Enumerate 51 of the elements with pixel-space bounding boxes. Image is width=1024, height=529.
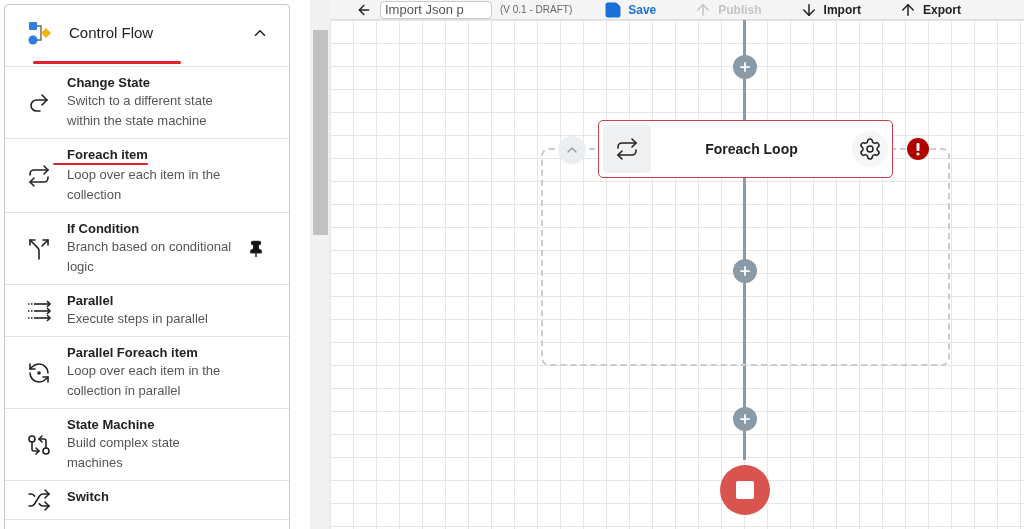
name-field[interactable]: Import Json p [380, 0, 492, 19]
step-item[interactable]: Parallel Foreach item Loop over each item in the collection in parallel [5, 337, 289, 409]
add-step-button[interactable] [733, 55, 757, 79]
scrollbar-thumb[interactable] [312, 30, 328, 235]
parallel-arrows-icon [27, 299, 53, 322]
step-description: Execute steps in parallel [67, 310, 209, 328]
switch-arrows-icon [27, 488, 51, 512]
step-title: If Condition [67, 220, 141, 237]
pin-icon[interactable] [247, 239, 265, 258]
toolbar-button[interactable]: Export [890, 0, 969, 19]
toolbar-button[interactable]: Import [791, 0, 869, 19]
flow-logo-icon [27, 20, 53, 46]
step-title: Parallel [67, 292, 115, 309]
add-step-button[interactable] [733, 407, 757, 431]
exclamation-icon [916, 142, 920, 156]
stop-button[interactable] [720, 465, 770, 515]
plus-icon [738, 412, 752, 426]
save-icon [604, 0, 623, 19]
step-title: Switch [67, 488, 110, 505]
panel-header[interactable]: Control Flow [5, 5, 289, 61]
step-title: Foreach item [67, 146, 149, 163]
step-title: Change State [67, 74, 152, 91]
plus-icon [738, 264, 752, 278]
cycle-arrows-icon [27, 432, 51, 457]
branch-icon [27, 236, 51, 261]
circular-arrows-icon [27, 360, 51, 385]
plus-icon [738, 60, 752, 74]
settings-button[interactable] [852, 131, 888, 167]
settings-icon [858, 137, 882, 161]
loop-node[interactable]: Foreach Loop [598, 120, 893, 178]
step-title: State Machine [67, 416, 156, 433]
step-item[interactable]: State Machine Build complex state machines [5, 409, 289, 481]
step-item[interactable]: Switch [5, 481, 289, 520]
step-item[interactable]: Change State Switch to a different state within the state machine [5, 67, 289, 139]
step-title: Parallel Foreach item [67, 344, 199, 361]
version-label: (V 0.1 - DRAFT) [500, 3, 573, 17]
step-description: Loop over each item in the collection in parallel [67, 362, 222, 400]
step-description: Loop over each item in the collection [67, 166, 222, 204]
panel-title: Control Flow [69, 22, 155, 43]
add-step-button[interactable] [733, 259, 757, 283]
step-item[interactable]: Foreach item Loop over each item in the collection [5, 139, 289, 213]
step-description: Branch based on conditional logic [67, 238, 233, 276]
node-title: Foreach Loop [704, 139, 799, 159]
toolbar-button[interactable]: Save [596, 0, 665, 19]
stop-icon [736, 481, 754, 499]
step-description: Switch to a different state within the state machine [67, 92, 214, 130]
step-item[interactable]: If Condition Branch based on conditional logic [5, 213, 289, 285]
step-item[interactable]: Parallel Execute steps in parallel [5, 285, 289, 337]
loop-arrows-icon [615, 137, 639, 161]
loop-arrows-icon [27, 163, 51, 188]
step-description: Build complex state machines [67, 434, 181, 472]
